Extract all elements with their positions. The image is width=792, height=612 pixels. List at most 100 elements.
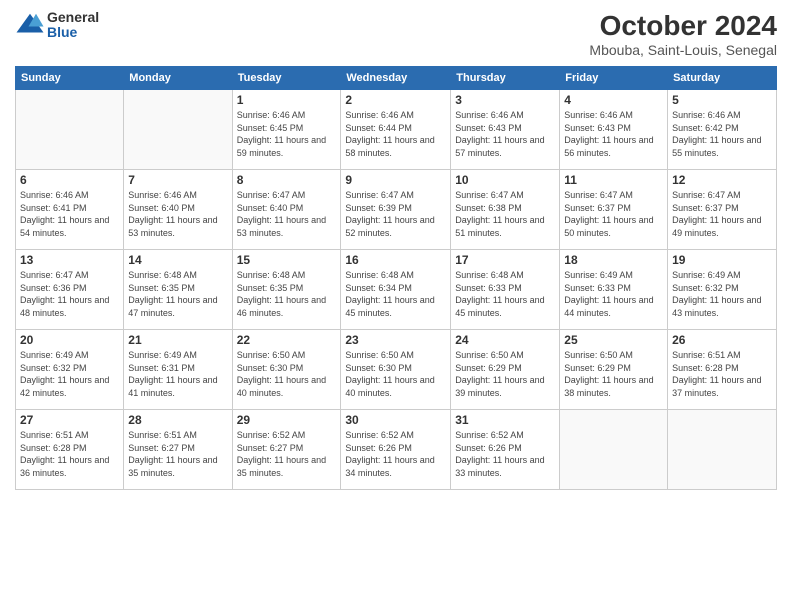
day-number: 12 [672,173,772,187]
day-number: 1 [237,93,337,107]
calendar-week-1: 1 Sunrise: 6:46 AM Sunset: 6:45 PM Daylig… [16,90,777,170]
col-saturday: Saturday [668,67,777,90]
day-info: Sunrise: 6:51 AM Sunset: 6:28 PM Dayligh… [20,429,119,479]
calendar-cell [124,90,232,170]
day-number: 19 [672,253,772,267]
calendar-cell: 24 Sunrise: 6:50 AM Sunset: 6:29 PM Dayli… [451,330,560,410]
day-number: 6 [20,173,119,187]
day-number: 5 [672,93,772,107]
calendar-cell: 21 Sunrise: 6:49 AM Sunset: 6:31 PM Dayli… [124,330,232,410]
logo-text: General Blue [47,10,99,41]
col-wednesday: Wednesday [341,67,451,90]
calendar-header-row: Sunday Monday Tuesday Wednesday Thursday… [16,67,777,90]
day-info: Sunrise: 6:46 AM Sunset: 6:45 PM Dayligh… [237,109,337,159]
day-info: Sunrise: 6:49 AM Sunset: 6:33 PM Dayligh… [564,269,663,319]
day-info: Sunrise: 6:50 AM Sunset: 6:29 PM Dayligh… [564,349,663,399]
day-number: 25 [564,333,663,347]
calendar-cell: 31 Sunrise: 6:52 AM Sunset: 6:26 PM Dayli… [451,410,560,490]
calendar-cell: 19 Sunrise: 6:49 AM Sunset: 6:32 PM Dayli… [668,250,777,330]
day-number: 31 [455,413,555,427]
calendar-cell [16,90,124,170]
calendar-cell: 1 Sunrise: 6:46 AM Sunset: 6:45 PM Daylig… [232,90,341,170]
calendar-cell [668,410,777,490]
day-info: Sunrise: 6:52 AM Sunset: 6:27 PM Dayligh… [237,429,337,479]
day-info: Sunrise: 6:48 AM Sunset: 6:34 PM Dayligh… [345,269,446,319]
day-number: 20 [20,333,119,347]
day-info: Sunrise: 6:50 AM Sunset: 6:30 PM Dayligh… [345,349,446,399]
calendar-cell: 30 Sunrise: 6:52 AM Sunset: 6:26 PM Dayli… [341,410,451,490]
calendar-cell: 6 Sunrise: 6:46 AM Sunset: 6:41 PM Daylig… [16,170,124,250]
day-info: Sunrise: 6:49 AM Sunset: 6:32 PM Dayligh… [20,349,119,399]
location-subtitle: Mbouba, Saint-Louis, Senegal [589,42,777,58]
calendar-cell: 8Sunrise: 6:47 AM Sunset: 6:40 PM Daylig… [232,170,341,250]
day-info: Sunrise: 6:46 AM Sunset: 6:43 PM Dayligh… [455,109,555,159]
day-number: 28 [128,413,227,427]
calendar-cell: 2 Sunrise: 6:46 AM Sunset: 6:44 PM Daylig… [341,90,451,170]
logo-general: General [47,9,99,25]
calendar-cell: 12 Sunrise: 6:47 AM Sunset: 6:37 PM Dayli… [668,170,777,250]
day-info: Sunrise: 6:50 AM Sunset: 6:29 PM Dayligh… [455,349,555,399]
calendar-cell: 5 Sunrise: 6:46 AM Sunset: 6:42 PM Daylig… [668,90,777,170]
day-info: Sunrise: 6:51 AM Sunset: 6:27 PM Dayligh… [128,429,227,479]
day-info: Sunrise: 6:49 AM Sunset: 6:32 PM Dayligh… [672,269,772,319]
calendar-cell: 14 Sunrise: 6:48 AM Sunset: 6:35 PM Dayli… [124,250,232,330]
col-sunday: Sunday [16,67,124,90]
day-info: Sunrise: 6:52 AM Sunset: 6:26 PM Dayligh… [345,429,446,479]
day-info: Sunrise: 6:48 AM Sunset: 6:35 PM Dayligh… [128,269,227,319]
calendar-cell: 15Sunrise: 6:48 AM Sunset: 6:35 PM Dayli… [232,250,341,330]
day-info: Sunrise: 6:51 AM Sunset: 6:28 PM Dayligh… [672,349,772,399]
calendar-cell: 18 Sunrise: 6:49 AM Sunset: 6:33 PM Dayli… [560,250,668,330]
header: General Blue October 2024 Mbouba, Saint-… [15,10,777,58]
day-info: Sunrise: 6:46 AM Sunset: 6:41 PM Dayligh… [20,189,119,239]
day-number: 11 [564,173,663,187]
day-info: Sunrise: 6:46 AM Sunset: 6:42 PM Dayligh… [672,109,772,159]
day-info: Sunrise: 6:47 AM Sunset: 6:39 PM Dayligh… [345,189,446,239]
day-number: 18 [564,253,663,267]
day-number: 30 [345,413,446,427]
calendar-cell: 11Sunrise: 6:47 AM Sunset: 6:37 PM Dayli… [560,170,668,250]
day-info: Sunrise: 6:47 AM Sunset: 6:38 PM Dayligh… [455,189,555,239]
day-info: Sunrise: 6:46 AM Sunset: 6:43 PM Dayligh… [564,109,663,159]
day-number: 22 [237,333,337,347]
day-number: 23 [345,333,446,347]
day-info: Sunrise: 6:46 AM Sunset: 6:44 PM Dayligh… [345,109,446,159]
calendar-week-5: 27 Sunrise: 6:51 AM Sunset: 6:28 PM Dayli… [16,410,777,490]
day-info: Sunrise: 6:48 AM Sunset: 6:33 PM Dayligh… [455,269,555,319]
calendar-cell: 23 Sunrise: 6:50 AM Sunset: 6:30 PM Dayli… [341,330,451,410]
calendar-cell: 27 Sunrise: 6:51 AM Sunset: 6:28 PM Dayli… [16,410,124,490]
day-number: 2 [345,93,446,107]
day-info: Sunrise: 6:48 AM Sunset: 6:35 PM Dayligh… [237,269,337,319]
page: General Blue October 2024 Mbouba, Saint-… [0,0,792,612]
day-info: Sunrise: 6:47 AM Sunset: 6:36 PM Dayligh… [20,269,119,319]
day-info: Sunrise: 6:46 AM Sunset: 6:40 PM Dayligh… [128,189,227,239]
day-number: 14 [128,253,227,267]
calendar-cell: 17 Sunrise: 6:48 AM Sunset: 6:33 PM Dayli… [451,250,560,330]
calendar: Sunday Monday Tuesday Wednesday Thursday… [15,66,777,490]
day-number: 8 [237,173,337,187]
calendar-cell: 3 Sunrise: 6:46 AM Sunset: 6:43 PM Daylig… [451,90,560,170]
day-number: 21 [128,333,227,347]
calendar-week-2: 6 Sunrise: 6:46 AM Sunset: 6:41 PM Daylig… [16,170,777,250]
calendar-cell: 20 Sunrise: 6:49 AM Sunset: 6:32 PM Dayli… [16,330,124,410]
calendar-cell: 16 Sunrise: 6:48 AM Sunset: 6:34 PM Dayli… [341,250,451,330]
calendar-cell: 4Sunrise: 6:46 AM Sunset: 6:43 PM Daylig… [560,90,668,170]
day-info: Sunrise: 6:52 AM Sunset: 6:26 PM Dayligh… [455,429,555,479]
day-number: 26 [672,333,772,347]
col-thursday: Thursday [451,67,560,90]
month-title: October 2024 [589,10,777,42]
calendar-cell: 26 Sunrise: 6:51 AM Sunset: 6:28 PM Dayli… [668,330,777,410]
day-number: 3 [455,93,555,107]
day-info: Sunrise: 6:47 AM Sunset: 6:37 PM Dayligh… [672,189,772,239]
calendar-cell: 29 Sunrise: 6:52 AM Sunset: 6:27 PM Dayli… [232,410,341,490]
calendar-cell: 28 Sunrise: 6:51 AM Sunset: 6:27 PM Dayli… [124,410,232,490]
day-number: 13 [20,253,119,267]
day-number: 17 [455,253,555,267]
day-number: 27 [20,413,119,427]
logo-blue: Blue [47,24,77,40]
day-number: 29 [237,413,337,427]
calendar-week-4: 20 Sunrise: 6:49 AM Sunset: 6:32 PM Dayli… [16,330,777,410]
calendar-cell: 7Sunrise: 6:46 AM Sunset: 6:40 PM Daylig… [124,170,232,250]
day-number: 24 [455,333,555,347]
day-info: Sunrise: 6:49 AM Sunset: 6:31 PM Dayligh… [128,349,227,399]
day-number: 16 [345,253,446,267]
